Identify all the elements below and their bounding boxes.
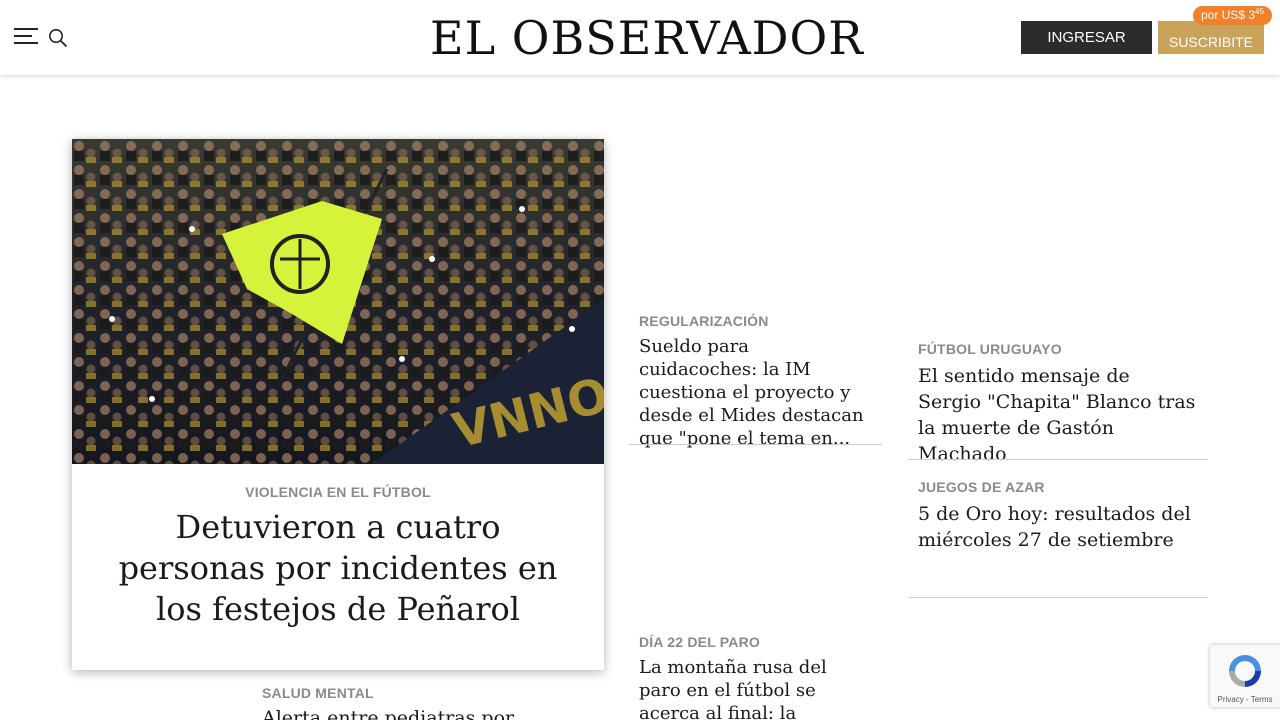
story-title[interactable]: El sentido mensaje de Sergio "Chapita" B… bbox=[918, 363, 1198, 467]
login-button[interactable]: INGRESAR bbox=[1021, 21, 1152, 54]
divider bbox=[629, 444, 882, 445]
subscribe-button[interactable]: SUSCRIBITE bbox=[1158, 21, 1264, 54]
divider bbox=[908, 597, 1208, 598]
story-kicker[interactable]: JUEGOS DE AZAR bbox=[918, 479, 1198, 495]
search-icon[interactable] bbox=[48, 28, 70, 50]
featured-story-card[interactable]: VNNO VIOLENCIA EN EL FÚTBOL Detuvieron a… bbox=[72, 139, 604, 670]
story-item[interactable]: JUEGOS DE AZAR 5 de Oro hoy: resultados … bbox=[918, 479, 1198, 553]
price-badge-amount: por US$ 3 bbox=[1201, 8, 1256, 22]
recaptcha-icon bbox=[1229, 655, 1261, 687]
story-item[interactable]: REGULARIZACIÓN Sueldo para cuidacoches: … bbox=[639, 313, 871, 450]
price-badge[interactable]: por US$ 345 bbox=[1193, 6, 1272, 25]
featured-story-kicker[interactable]: VIOLENCIA EN EL FÚTBOL bbox=[72, 484, 604, 500]
story-item[interactable]: DÍA 22 DEL PARO La montaña rusa del paro… bbox=[639, 634, 871, 720]
price-badge-cents: 45 bbox=[1255, 7, 1264, 16]
story-title[interactable]: Alerta entre pediatras por aumento bbox=[262, 707, 602, 720]
story-item[interactable]: SALUD MENTAL Alerta entre pediatras por … bbox=[262, 685, 602, 720]
story-title[interactable]: Sueldo para cuidacoches: la IM cuestiona… bbox=[639, 335, 871, 450]
site-logo[interactable]: EL OBSERVADOR bbox=[430, 12, 863, 64]
divider bbox=[908, 459, 1208, 460]
site-header: EL OBSERVADOR INGRESAR SUSCRIBITE por US… bbox=[0, 0, 1280, 75]
featured-story-image[interactable]: VNNO bbox=[72, 139, 604, 464]
story-kicker[interactable]: FÚTBOL URUGUAYO bbox=[918, 341, 1198, 357]
featured-story-title[interactable]: Detuvieron a cuatro personas por inciden… bbox=[102, 507, 574, 630]
menu-icon[interactable] bbox=[14, 28, 40, 48]
story-kicker[interactable]: SALUD MENTAL bbox=[262, 685, 602, 701]
story-kicker[interactable]: REGULARIZACIÓN bbox=[639, 313, 871, 329]
recaptcha-badge[interactable]: Privacy - Terms bbox=[1210, 645, 1280, 707]
story-item[interactable]: FÚTBOL URUGUAYO El sentido mensaje de Se… bbox=[918, 341, 1198, 467]
story-title[interactable]: 5 de Oro hoy: resultados del miércoles 2… bbox=[918, 501, 1198, 553]
story-kicker[interactable]: DÍA 22 DEL PARO bbox=[639, 634, 871, 650]
story-title[interactable]: La montaña rusa del paro en el fútbol se… bbox=[639, 656, 871, 720]
recaptcha-links[interactable]: Privacy - Terms bbox=[1210, 695, 1280, 704]
